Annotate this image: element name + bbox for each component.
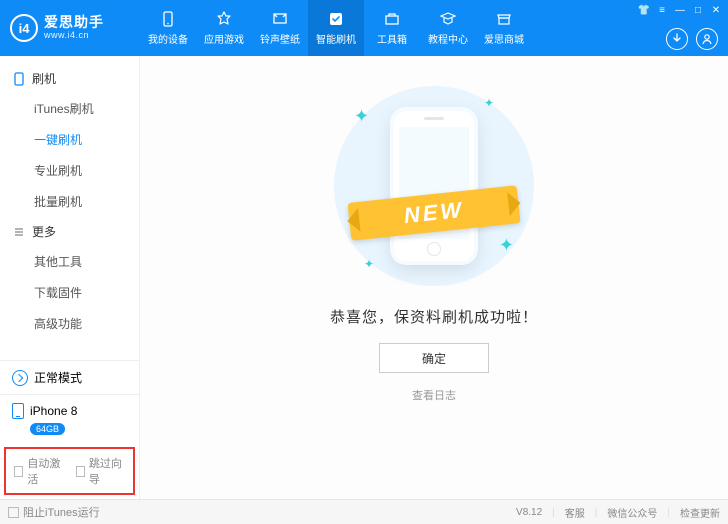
sidebar-group-phone: 刷机 — [0, 64, 139, 93]
sidebar-item-itunes[interactable]: iTunes刷机 — [0, 93, 139, 124]
tutorial-icon — [439, 10, 457, 28]
tab-label: 智能刷机 — [316, 31, 356, 46]
sidebar-item-fw[interactable]: 下载固件 — [0, 277, 139, 308]
tab-shop[interactable]: 爱思商城 — [476, 0, 532, 56]
close-icon[interactable]: ✕ — [710, 4, 722, 16]
tab-tutorial[interactable]: 教程中心 — [420, 0, 476, 56]
ok-button[interactable]: 确定 — [379, 343, 489, 373]
sidebar-group-more: 更多 — [0, 217, 139, 246]
main-panel: ✦ ✦ ✦ ✦ NEW 恭喜您，保资料刷机成功啦！ 确定 查看日志 — [140, 56, 728, 499]
skip-guide-checkbox[interactable]: 跳过向导 — [76, 455, 126, 487]
logo: i4 爱思助手 www.i4.cn — [0, 14, 140, 42]
success-message: 恭喜您，保资料刷机成功啦！ — [330, 306, 538, 327]
mode-row[interactable]: 正常模式 — [0, 361, 139, 395]
group-title: 更多 — [32, 223, 56, 240]
app-header: i4 爱思助手 www.i4.cn 我的设备 应用游戏 铃声壁纸 智能刷机 工具箱 教程中… — [0, 0, 728, 56]
sparkle-icon: ✦ — [364, 257, 374, 271]
sidebar-item-adv[interactable]: 高级功能 — [0, 308, 139, 339]
minimize-icon[interactable]: — — [674, 4, 686, 16]
group-title: 刷机 — [32, 70, 56, 87]
checkbox-area: 自动激活 跳过向导 — [4, 447, 135, 495]
footer: 阻止iTunes运行 V8.12 | 客服 | 微信公众号 | 检查更新 — [0, 499, 728, 524]
sidebar-item-onekey[interactable]: 一键刷机 — [0, 124, 139, 155]
tab-flash[interactable]: 智能刷机 — [308, 0, 364, 56]
flash-icon — [327, 10, 345, 28]
tab-label: 我的设备 — [148, 31, 188, 46]
menu-icon[interactable]: ≡ — [656, 4, 668, 16]
device-row[interactable]: iPhone 8 64GB — [0, 395, 139, 443]
success-illustration: ✦ ✦ ✦ ✦ NEW — [334, 86, 534, 286]
block-itunes-checkbox[interactable]: 阻止iTunes运行 — [8, 504, 100, 520]
toolbox-icon — [383, 10, 401, 28]
apps-icon — [215, 10, 233, 28]
download-icon[interactable] — [666, 28, 688, 50]
logo-icon: i4 — [10, 14, 38, 42]
brand-url: www.i4.cn — [44, 31, 104, 41]
maximize-icon[interactable]: □ — [692, 4, 704, 16]
sidebar-item-batch[interactable]: 批量刷机 — [0, 186, 139, 217]
device-icon — [12, 403, 24, 419]
mode-icon — [12, 370, 28, 386]
update-link[interactable]: 检查更新 — [680, 505, 720, 520]
shop-icon — [495, 10, 513, 28]
tab-label: 铃声壁纸 — [260, 31, 300, 46]
sidebar: 刷机 iTunes刷机一键刷机专业刷机批量刷机更多其他工具下载固件高级功能 正常模… — [0, 56, 140, 499]
auto-activate-checkbox[interactable]: 自动激活 — [14, 455, 64, 487]
mode-label: 正常模式 — [34, 369, 82, 386]
tab-toolbox[interactable]: 工具箱 — [364, 0, 420, 56]
window-controls: 👕 ≡ — □ ✕ — [638, 4, 722, 16]
device-name: iPhone 8 — [30, 404, 77, 418]
phone-icon — [394, 111, 474, 261]
sparkle-icon: ✦ — [354, 106, 369, 127]
shirt-icon[interactable]: 👕 — [638, 4, 650, 16]
service-link[interactable]: 客服 — [565, 505, 585, 520]
device-icon — [159, 10, 177, 28]
phone-icon — [12, 72, 26, 86]
storage-badge: 64GB — [30, 423, 65, 435]
tab-label: 工具箱 — [377, 31, 407, 46]
tab-label: 应用游戏 — [204, 31, 244, 46]
tab-device[interactable]: 我的设备 — [140, 0, 196, 56]
tab-label: 教程中心 — [428, 31, 468, 46]
sparkle-icon: ✦ — [499, 235, 514, 256]
sparkle-icon: ✦ — [484, 96, 494, 110]
version-label: V8.12 — [516, 507, 542, 518]
ring-icon — [271, 10, 289, 28]
wechat-link[interactable]: 微信公众号 — [607, 505, 657, 520]
more-icon — [12, 225, 26, 239]
user-icon[interactable] — [696, 28, 718, 50]
view-log-link[interactable]: 查看日志 — [412, 387, 456, 403]
brand-name: 爱思助手 — [44, 15, 104, 30]
sidebar-scroll: 刷机 iTunes刷机一键刷机专业刷机批量刷机更多其他工具下载固件高级功能 — [0, 56, 139, 360]
tab-ring[interactable]: 铃声壁纸 — [252, 0, 308, 56]
tab-label: 爱思商城 — [484, 31, 524, 46]
tab-apps[interactable]: 应用游戏 — [196, 0, 252, 56]
sidebar-item-other[interactable]: 其他工具 — [0, 246, 139, 277]
sidebar-item-pro[interactable]: 专业刷机 — [0, 155, 139, 186]
